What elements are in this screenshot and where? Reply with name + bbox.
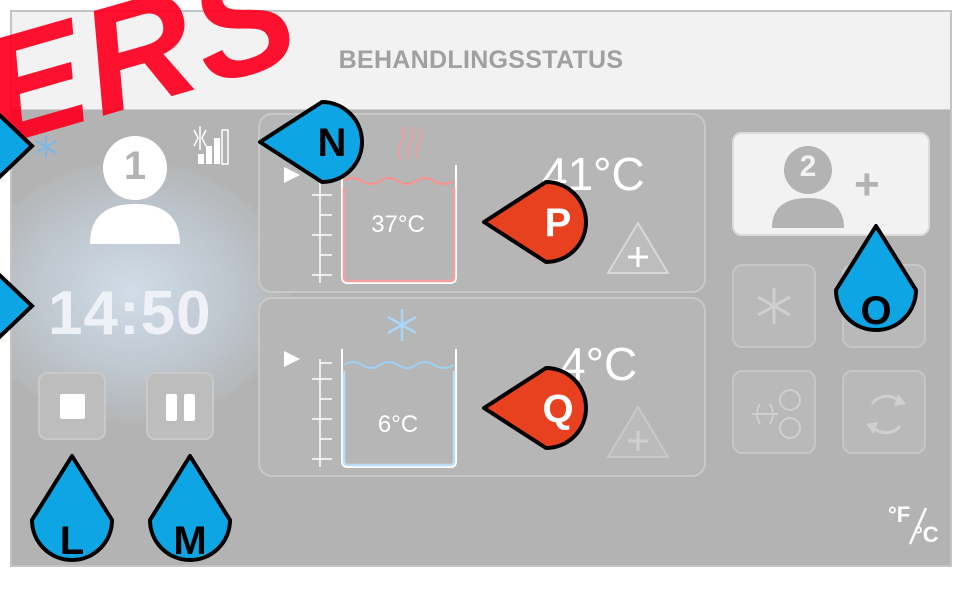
stop-icon (60, 394, 85, 419)
callout-N-label: N (318, 121, 347, 165)
cool-mode-button[interactable] (732, 264, 816, 348)
callout-M: M (148, 454, 232, 563)
add-patient2-button[interactable]: 2 + (732, 132, 930, 236)
contrast-mode-button[interactable] (732, 370, 816, 454)
callout-marker-left-2 (0, 272, 35, 340)
stop-button[interactable] (38, 372, 106, 440)
callout-Q: Q (482, 366, 588, 450)
cold-tank-temp: 6°C (377, 411, 419, 438)
callout-N: N (258, 100, 364, 184)
callout-Q-label: Q (542, 387, 573, 431)
callout-L: L (30, 454, 114, 563)
cold-snowflake-icon (387, 309, 417, 341)
callout-M-label: M (173, 519, 206, 563)
pause-icon (166, 394, 196, 421)
contrast-therapy-icon (752, 389, 801, 439)
cycle-mode-button[interactable] (842, 370, 926, 454)
callout-L-label: L (60, 519, 84, 563)
callout-P: P (482, 180, 588, 264)
treatment-time: 14:50 (48, 279, 212, 348)
pause-button[interactable] (146, 372, 214, 440)
callout-marker-left-1 (0, 112, 35, 180)
cold-temp-up-button[interactable] (606, 405, 670, 459)
hot-temp-up-button[interactable] (606, 221, 670, 275)
heat-waves-icon (397, 126, 423, 160)
signal-strength-icon (193, 126, 229, 165)
hot-tank-temp: 37°C (371, 211, 425, 238)
celsius-label: °C (914, 522, 939, 547)
cold-tank-graphic (284, 349, 457, 468)
unit-toggle-button[interactable]: °F °C (886, 502, 946, 552)
callout-P-label: P (545, 201, 572, 245)
snowflake-icon (757, 288, 791, 324)
callout-O: O (834, 224, 918, 333)
patient2-number: 2 (799, 150, 817, 183)
callout-O-label: O (860, 289, 891, 333)
add-icon: + (854, 160, 880, 209)
cycle-icon (866, 394, 906, 435)
